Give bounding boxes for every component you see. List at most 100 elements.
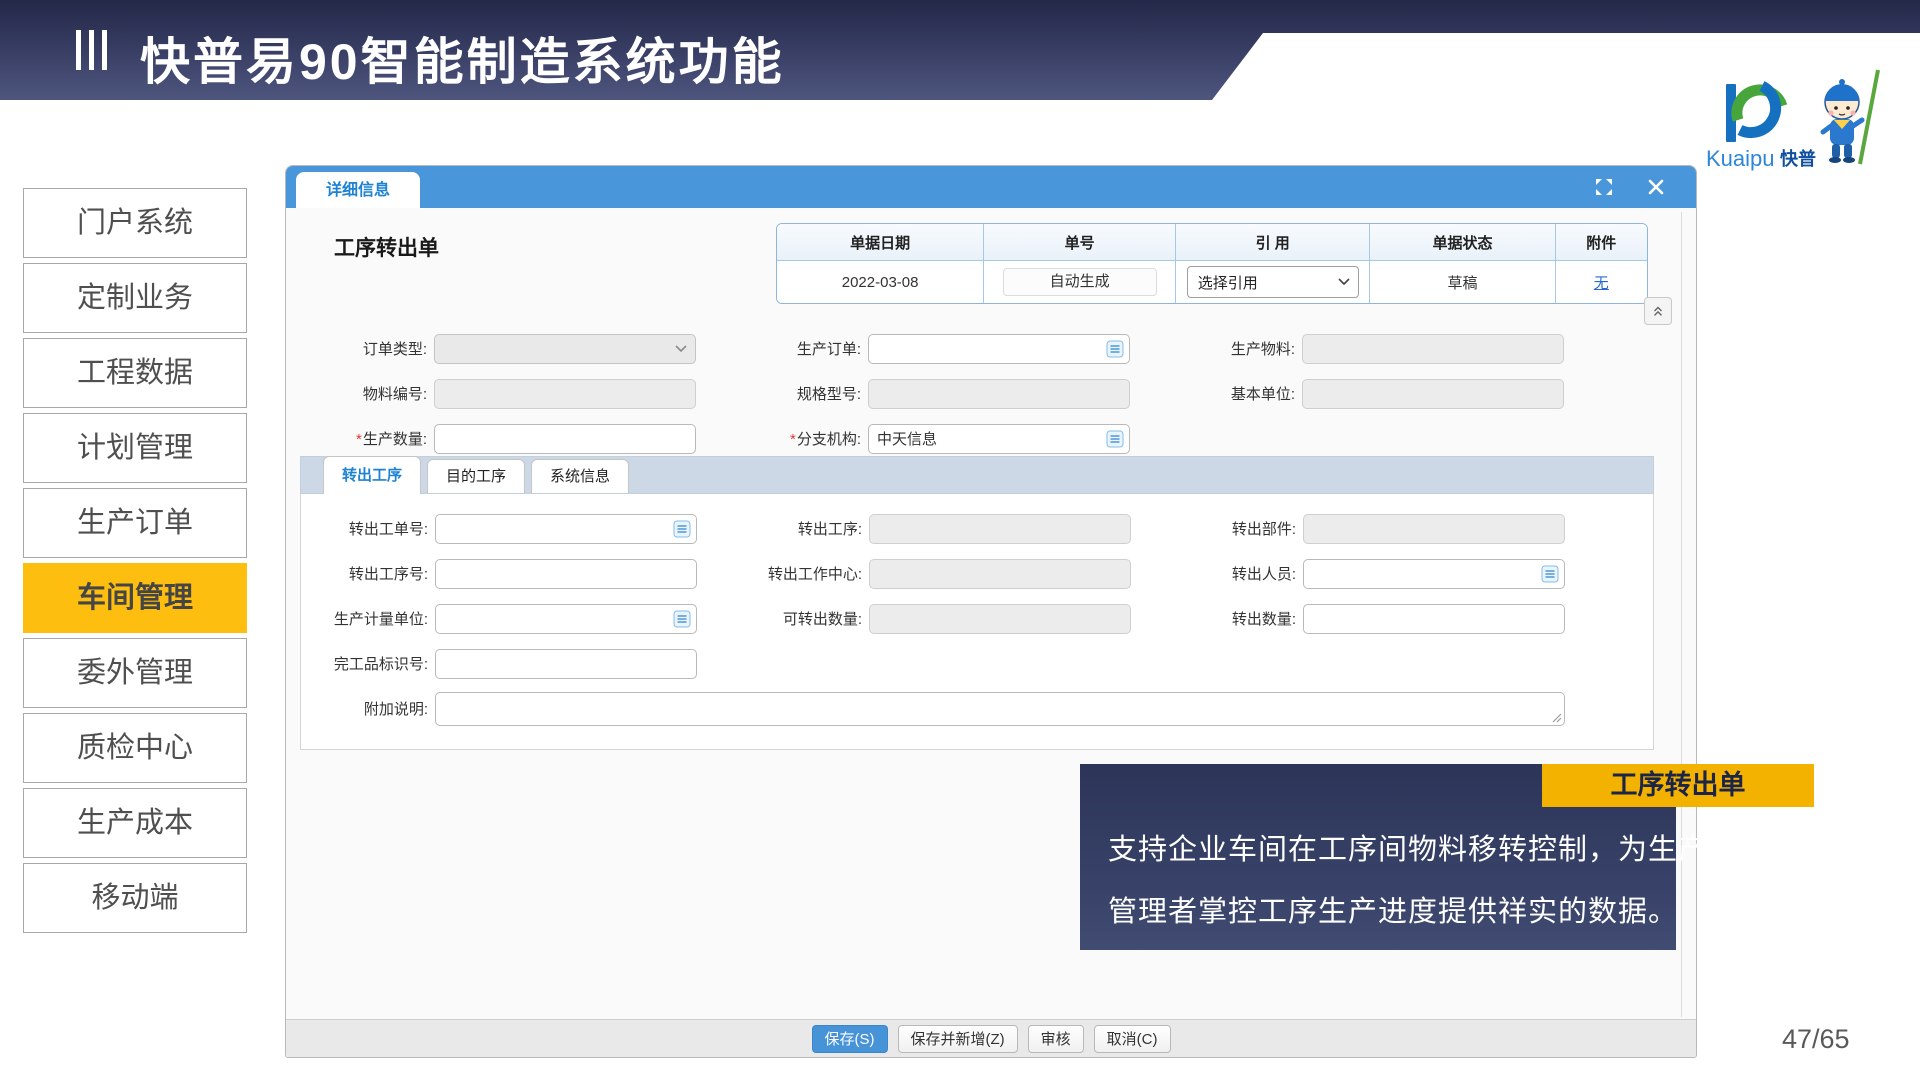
mascot-icon	[1823, 70, 1878, 164]
logo-wordmark: Kuaipu	[1706, 146, 1775, 171]
out-part-label: 转出部件:	[1131, 518, 1303, 539]
base-unit-label: 基本单位:	[1130, 383, 1302, 404]
kuaipu-logo: Kuaipu 快普	[1700, 68, 1890, 176]
close-icon[interactable]	[1644, 175, 1668, 199]
sidebar-item-portal[interactable]: 门户系统	[23, 188, 247, 258]
prod-qty-label: *生产数量:	[286, 428, 434, 449]
required-marker: *	[790, 431, 796, 448]
out-work-order-input[interactable]	[435, 514, 697, 544]
out-process-no-label: 转出工序号:	[301, 563, 435, 584]
tab-detail-info[interactable]: 详细信息	[296, 172, 420, 208]
out-person-label: 转出人员:	[1131, 563, 1303, 584]
out-qty-input[interactable]	[1303, 604, 1565, 634]
tab-target-process[interactable]: 目的工序	[427, 459, 525, 493]
order-type-select	[434, 334, 696, 364]
doc-status-value: 草稿	[1370, 261, 1555, 303]
lookup-icon[interactable]	[1106, 430, 1124, 448]
required-marker: *	[356, 431, 362, 448]
page-number: 47/65	[1782, 1024, 1850, 1055]
col-attachment: 附件	[1556, 224, 1647, 261]
module-sidebar: 门户系统 定制业务 工程数据 计划管理 生产订单 车间管理 委外管理 质检中心 …	[23, 188, 247, 938]
lookup-icon[interactable]	[673, 610, 691, 628]
doc-no-value: 自动生成	[1003, 268, 1157, 296]
out-person-input[interactable]	[1303, 559, 1565, 589]
material-no-label: 物料编号:	[286, 383, 434, 404]
prod-unit-input[interactable]	[435, 604, 697, 634]
maximize-icon[interactable]	[1592, 175, 1616, 199]
reference-select[interactable]: 选择引用	[1187, 266, 1359, 298]
out-work-order-label: 转出工单号:	[301, 518, 435, 539]
prod-order-input[interactable]	[868, 334, 1130, 364]
out-process-input	[869, 514, 1131, 544]
double-chevron-up-icon	[1651, 304, 1665, 318]
out-part-input	[1303, 514, 1565, 544]
attachment-link[interactable]: 无	[1594, 275, 1609, 292]
spec-model-label: 规格型号:	[696, 383, 868, 404]
col-reference: 引 用	[1176, 224, 1370, 261]
out-work-center-input	[869, 559, 1131, 589]
out-process-label: 转出工序:	[697, 518, 869, 539]
remark-label: 附加说明:	[301, 698, 435, 719]
collapse-header-button[interactable]	[1644, 297, 1672, 325]
form-title: 工序转出单	[334, 232, 439, 262]
transferable-qty-label: 可转出数量:	[697, 608, 869, 629]
out-work-center-label: 转出工作中心:	[697, 563, 869, 584]
feature-callout: 工序转出单 支持企业车间在工序间物料移转控制，为生产 管理者掌控工序生产进度提供…	[1080, 764, 1676, 950]
out-process-no-input[interactable]	[435, 559, 697, 589]
transferable-qty-input	[869, 604, 1131, 634]
chevron-down-icon	[675, 345, 687, 353]
out-qty-label: 转出数量:	[1131, 608, 1303, 629]
lookup-icon[interactable]	[1541, 565, 1559, 583]
sidebar-item-plan-management[interactable]: 计划管理	[23, 413, 247, 483]
callout-text-line1: 支持企业车间在工序间物料移转控制，为生产	[1108, 826, 1708, 868]
prod-qty-input[interactable]	[434, 424, 696, 454]
sidebar-item-outsourcing[interactable]: 委外管理	[23, 638, 247, 708]
transfer-out-form: 转出工单号: 转出工序: 转出部件: 转出工序号: 转出工作中心: 转出人员:	[301, 494, 1653, 731]
transfer-out-panel: 转出工单号: 转出工序: 转出部件: 转出工序号: 转出工作中心: 转出人员:	[300, 494, 1654, 750]
finished-id-input[interactable]	[435, 649, 697, 679]
prod-unit-label: 生产计量单位:	[301, 608, 435, 629]
branch-label: *分支机构:	[696, 428, 868, 449]
audit-button[interactable]: 审核	[1028, 1025, 1084, 1053]
header-form: 订单类型: 生产订单: 生产物料: 物料编号: 规格型号: 基本单位: *生产数…	[286, 326, 1564, 461]
cancel-button[interactable]: 取消(C)	[1094, 1025, 1171, 1053]
callout-text-line2: 管理者掌控工序生产进度提供祥实的数据。	[1108, 888, 1678, 930]
lookup-icon[interactable]	[673, 520, 691, 538]
sidebar-item-mobile[interactable]: 移动端	[23, 863, 247, 933]
material-no-input	[434, 379, 696, 409]
sidebar-item-quality-center[interactable]: 质检中心	[23, 713, 247, 783]
tab-transfer-out-process[interactable]: 转出工序	[323, 456, 421, 494]
base-unit-input	[1302, 379, 1564, 409]
tab-system-info[interactable]: 系统信息	[531, 459, 629, 493]
lookup-icon[interactable]	[1106, 340, 1124, 358]
branch-input[interactable]	[868, 424, 1130, 454]
sidebar-item-engineering-data[interactable]: 工程数据	[23, 338, 247, 408]
doc-date-value: 2022-03-08	[777, 261, 984, 303]
sidebar-item-production-order[interactable]: 生产订单	[23, 488, 247, 558]
sidebar-item-workshop-management[interactable]: 车间管理	[23, 563, 247, 633]
save-button[interactable]: 保存(S)	[812, 1025, 888, 1053]
detail-tabstrip: 转出工序 目的工序 系统信息	[300, 456, 1654, 494]
slide-header-banner: 快普易90智能制造系统功能	[0, 0, 1920, 100]
col-doc-no: 单号	[984, 224, 1176, 261]
logo-wordmark-cn: 快普	[1780, 148, 1816, 169]
dialog-footer: 保存(S) 保存并新增(Z) 审核 取消(C)	[286, 1019, 1696, 1057]
kuaipu-logo-graphic: Kuaipu 快普	[1700, 68, 1890, 176]
prod-material-input	[1302, 334, 1564, 364]
spec-model-input	[868, 379, 1130, 409]
slide-title: 快普易90智能制造系统功能	[140, 22, 785, 94]
sidebar-item-production-cost[interactable]: 生产成本	[23, 788, 247, 858]
remark-textarea[interactable]	[435, 692, 1565, 726]
prod-material-label: 生产物料:	[1130, 338, 1302, 359]
chevron-down-icon	[1338, 278, 1350, 286]
scroll-gutter[interactable]	[1681, 212, 1682, 1017]
reference-select-value: 选择引用	[1198, 272, 1258, 293]
finished-id-label: 完工品标识号:	[301, 653, 435, 674]
col-doc-status: 单据状态	[1370, 224, 1555, 261]
callout-tag: 工序转出单	[1542, 764, 1814, 807]
sidebar-item-custom-business[interactable]: 定制业务	[23, 263, 247, 333]
save-and-new-button[interactable]: 保存并新增(Z)	[898, 1025, 1018, 1053]
prod-order-label: 生产订单:	[696, 338, 868, 359]
document-header-table: 单据日期 单号 引 用 单据状态 附件 2022-03-08 自动生成 选择引用…	[776, 223, 1648, 304]
dialog-titlebar: 详细信息	[286, 166, 1696, 208]
